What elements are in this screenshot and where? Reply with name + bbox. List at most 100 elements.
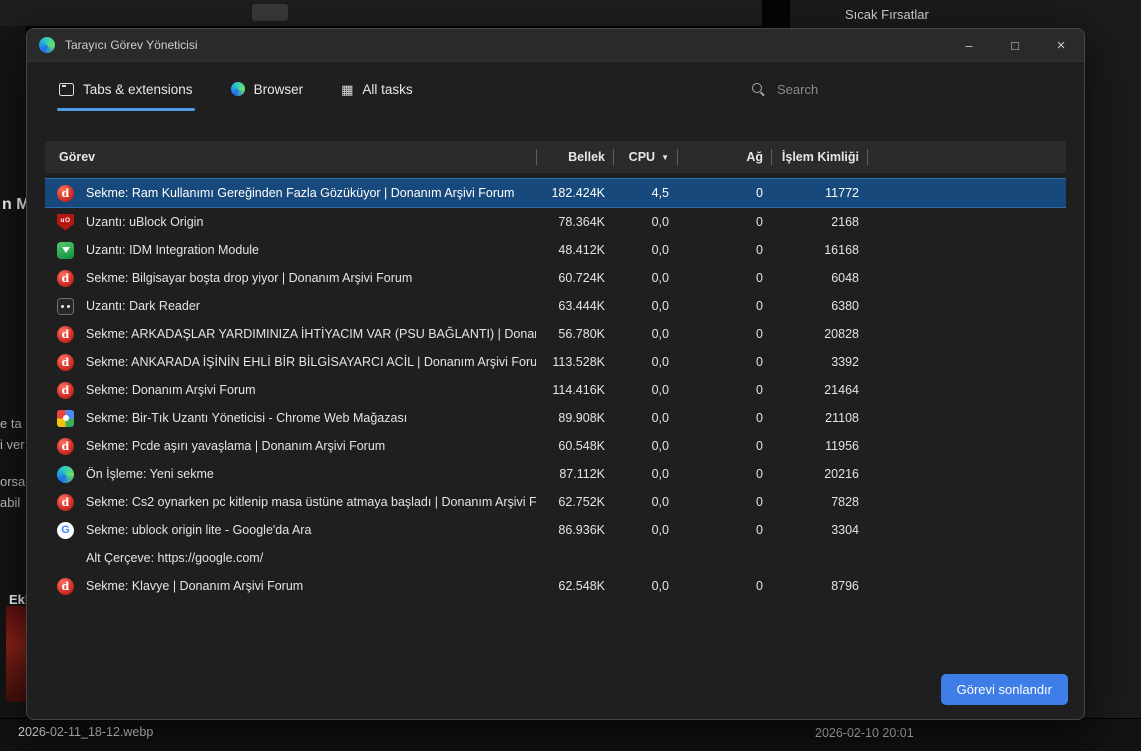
memory-value: 60.724K: [536, 271, 613, 285]
network-value: 0: [677, 327, 771, 341]
table-row[interactable]: Sekme: ublock origin lite - Google'da Ar…: [45, 516, 1066, 544]
search-icon: [752, 83, 765, 96]
pid-value: 3392: [771, 355, 867, 369]
close-button[interactable]: ×: [1038, 29, 1084, 61]
memory-value: 63.444K: [536, 299, 613, 313]
task-title: Uzantı: Dark Reader: [86, 299, 200, 313]
pid-value: 6048: [771, 271, 867, 285]
table-row[interactable]: Alt Çerçeve: https://google.com/: [45, 544, 1066, 572]
cpu-value: 0,0: [613, 495, 677, 509]
ublock-icon: [57, 214, 74, 231]
memory-value: 114.416K: [536, 383, 613, 397]
cpu-header-label: CPU: [629, 150, 655, 164]
task-cell: Uzantı: IDM Integration Module: [45, 242, 536, 259]
cpu-value: 0,0: [613, 271, 677, 285]
bg-text-filename: 2026-02-11_18-12.webp: [18, 725, 153, 739]
donanim-icon: [57, 270, 74, 287]
network-value: 0: [677, 299, 771, 313]
cpu-value: 0,0: [613, 215, 677, 229]
memory-value: 78.364K: [536, 215, 613, 229]
task-cell: Sekme: Bir-Tık Uzantı Yöneticisi - Chrom…: [45, 410, 536, 427]
table-row[interactable]: Sekme: Cs2 oynarken pc kitlenip masa üst…: [45, 488, 1066, 516]
table-row[interactable]: Uzantı: IDM Integration Module 48.412K 0…: [45, 236, 1066, 264]
donanim-icon: [57, 438, 74, 455]
title-bar[interactable]: Tarayıcı Görev Yöneticisi – □ ×: [27, 29, 1084, 62]
column-header-network[interactable]: Ağ: [677, 141, 771, 173]
memory-value: 89.908K: [536, 411, 613, 425]
pid-value: 21464: [771, 383, 867, 397]
background-bottom-bar: [0, 718, 1141, 751]
pid-value: 3304: [771, 523, 867, 537]
task-cell: Sekme: ARKADAŞLAR YARDIMINIZA İHTİYACIM …: [45, 326, 536, 343]
table-row[interactable]: Sekme: Bir-Tık Uzantı Yöneticisi - Chrom…: [45, 404, 1066, 432]
all-tasks-grid-icon: ▦: [341, 83, 353, 96]
edge-app-icon: [39, 37, 55, 53]
column-header-spacer: [867, 141, 1066, 173]
tab-tabs-and-extensions[interactable]: Tabs & extensions: [59, 62, 193, 116]
memory-value: 87.112K: [536, 467, 613, 481]
pid-value: 16168: [771, 243, 867, 257]
window-controls: – □ ×: [946, 29, 1084, 61]
donanim-icon: [57, 382, 74, 399]
pid-value: 11772: [771, 186, 867, 200]
column-header-pid[interactable]: İşlem Kimliği: [771, 141, 867, 173]
window-title: Tarayıcı Görev Yöneticisi: [65, 38, 198, 52]
table-row[interactable]: Sekme: ARKADAŞLAR YARDIMINIZA İHTİYACIM …: [45, 320, 1066, 348]
cpu-value: 0,0: [613, 439, 677, 453]
table-row[interactable]: Sekme: Donanım Arşivi Forum 114.416K 0,0…: [45, 376, 1066, 404]
tab-label: Tabs & extensions: [83, 82, 193, 97]
table-row[interactable]: Sekme: ANKARADA İŞİNİN EHLİ BİR BİLGİSAY…: [45, 348, 1066, 376]
cpu-value: 0,0: [613, 243, 677, 257]
donanim-icon: [57, 354, 74, 371]
column-header-cpu[interactable]: CPU ▼: [613, 141, 677, 173]
search-box[interactable]: [752, 81, 1052, 98]
minimize-button[interactable]: –: [946, 29, 992, 61]
network-value: 0: [677, 215, 771, 229]
table-row[interactable]: Sekme: Klavye | Donanım Arşivi Forum 62.…: [45, 572, 1066, 600]
cpu-value: 0,0: [613, 411, 677, 425]
column-header-memory[interactable]: Bellek: [536, 141, 613, 173]
task-title: Uzantı: IDM Integration Module: [86, 243, 259, 257]
bg-text-fragment: e ta: [0, 416, 22, 431]
memory-value: 182.424K: [536, 186, 613, 200]
end-task-button[interactable]: Görevi sonlandır: [941, 674, 1068, 705]
column-header-task[interactable]: Görev: [45, 141, 536, 173]
table-row[interactable]: Uzantı: Dark Reader 63.444K 0,0 0 6380: [45, 292, 1066, 320]
background-window-top: [0, 0, 762, 26]
task-cell: Sekme: ANKARADA İŞİNİN EHLİ BİR BİLGİSAY…: [45, 354, 536, 371]
task-title: Sekme: ARKADAŞLAR YARDIMINIZA İHTİYACIM …: [86, 327, 536, 341]
table-header: Görev Bellek CPU ▼ Ağ İşlem Kimliği: [45, 141, 1066, 173]
table-row[interactable]: Sekme: Ram Kullanımı Gereğinden Fazla Gö…: [45, 178, 1066, 208]
table-row[interactable]: Ön İşleme: Yeni sekme 87.112K 0,0 0 2021…: [45, 460, 1066, 488]
table-row[interactable]: Uzantı: uBlock Origin 78.364K 0,0 0 2168: [45, 208, 1066, 236]
google-icon: [57, 522, 74, 539]
task-cell: Sekme: Cs2 oynarken pc kitlenip masa üst…: [45, 494, 536, 511]
cpu-value: 4,5: [613, 186, 677, 200]
task-title: Sekme: Pcde aşırı yavaşlama | Donanım Ar…: [86, 439, 385, 453]
background-window-button: [252, 4, 288, 21]
task-table: Görev Bellek CPU ▼ Ağ İşlem Kimliği Sekm…: [45, 141, 1066, 600]
network-value: 0: [677, 186, 771, 200]
search-input[interactable]: [775, 81, 1052, 98]
task-title: Uzantı: uBlock Origin: [86, 215, 203, 229]
task-cell: Uzantı: Dark Reader: [45, 298, 536, 315]
table-row[interactable]: Sekme: Bilgisayar boşta drop yiyor | Don…: [45, 264, 1066, 292]
edge-icon: [57, 466, 74, 483]
task-cell: Sekme: ublock origin lite - Google'da Ar…: [45, 522, 536, 539]
idm-icon: [57, 242, 74, 259]
table-body: Sekme: Ram Kullanımı Gereğinden Fazla Gö…: [45, 178, 1066, 600]
task-cell: Ön İşleme: Yeni sekme: [45, 466, 536, 483]
tab-all-tasks[interactable]: ▦ All tasks: [341, 62, 413, 116]
task-title: Sekme: ANKARADA İŞİNİN EHLİ BİR BİLGİSAY…: [86, 355, 536, 369]
table-row[interactable]: Sekme: Pcde aşırı yavaşlama | Donanım Ar…: [45, 432, 1066, 460]
network-value: 0: [677, 579, 771, 593]
task-title: Sekme: Cs2 oynarken pc kitlenip masa üst…: [86, 495, 536, 509]
task-title: Alt Çerçeve: https://google.com/: [86, 551, 263, 565]
task-cell: Alt Çerçeve: https://google.com/: [45, 550, 536, 567]
desktop: Sıcak Fırsatlar 2026-02-11_18-12.webp 20…: [0, 0, 1141, 751]
tab-browser[interactable]: Browser: [231, 62, 304, 116]
tab-bar: Tabs & extensions Browser ▦ All tasks: [27, 62, 1084, 116]
pid-value: 7828: [771, 495, 867, 509]
maximize-button[interactable]: □: [992, 29, 1038, 61]
task-title: Sekme: Ram Kullanımı Gereğinden Fazla Gö…: [86, 186, 514, 200]
